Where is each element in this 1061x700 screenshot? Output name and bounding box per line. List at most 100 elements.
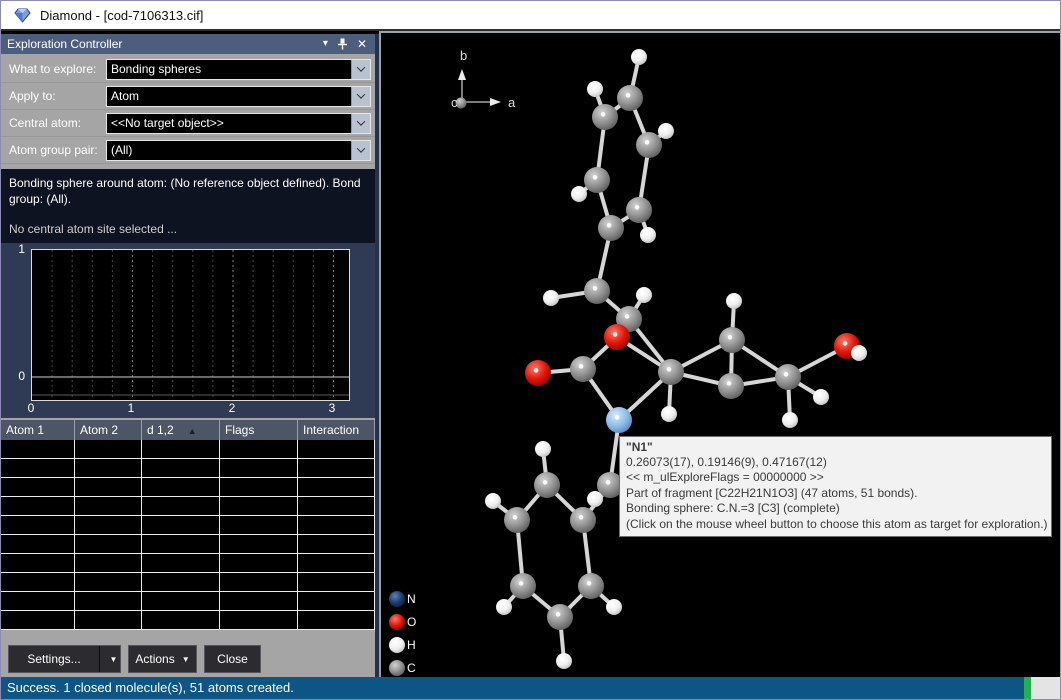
atom-sphere-C[interactable] <box>617 85 643 111</box>
table-row[interactable] <box>1 554 375 573</box>
atom-sphere-C[interactable] <box>584 167 610 193</box>
atom-sphere-NH[interactable] <box>606 407 632 433</box>
atom-sphere-H[interactable] <box>543 290 559 306</box>
atom-sphere-H[interactable] <box>851 345 867 361</box>
actions-button[interactable]: Actions ▼ <box>128 645 197 673</box>
atom-sphere-H[interactable] <box>496 599 512 615</box>
atom-sphere-H[interactable] <box>813 389 829 405</box>
atom-sphere-C[interactable] <box>598 215 624 241</box>
structure-viewport[interactable]: abcNOHC <box>379 31 1061 679</box>
axis-label-a: a <box>508 95 516 110</box>
column-header-atom-2[interactable]: Atom 2 <box>75 420 142 440</box>
combo-dropdown-arrow-icon[interactable] <box>351 60 370 79</box>
atom-tooltip: "N1" 0.26073(17), 0.19146(9), 0.47167(12… <box>619 436 1052 537</box>
column-header-flags[interactable]: Flags <box>220 420 298 440</box>
atom-sphere-H[interactable] <box>636 287 652 303</box>
settings-split-button: Settings... ▼ <box>8 645 121 673</box>
settings-dropdown-arrow[interactable]: ▼ <box>100 646 120 672</box>
column-header-d-1-2[interactable]: d 1,2▲ <box>142 420 220 440</box>
table-row[interactable] <box>1 516 375 535</box>
app-window: Diamond - [cod-7106313.cif] Exploration … <box>0 0 1061 700</box>
combo-box-1[interactable]: Atom <box>106 86 371 107</box>
combo-box-2[interactable]: <<No target object>> <box>106 113 371 134</box>
table-cell <box>1 440 75 458</box>
pin-icon[interactable] <box>337 38 348 50</box>
atom-sphere-H[interactable] <box>782 412 798 428</box>
atom-sphere-C[interactable] <box>775 364 801 390</box>
atom-sphere-H[interactable] <box>535 441 551 457</box>
diamond-app-icon <box>14 8 31 23</box>
table-cell <box>75 535 142 553</box>
x-tick-label: 1 <box>128 401 135 415</box>
table-row[interactable] <box>1 459 375 478</box>
combo-rows: What to explore:Bonding spheresApply to:… <box>1 56 375 164</box>
orientation-axes: abc <box>451 48 516 110</box>
table-cell <box>75 440 142 458</box>
atom-sphere-O[interactable] <box>604 324 630 350</box>
atom-sphere-C[interactable] <box>510 573 536 599</box>
field-label: Apply to: <box>9 89 106 103</box>
atom-sphere-H[interactable] <box>661 406 677 422</box>
table-cell <box>1 592 75 610</box>
table-cell <box>75 592 142 610</box>
atom-sphere-H[interactable] <box>587 81 603 97</box>
atom-sphere-H[interactable] <box>606 599 622 615</box>
resize-grip[interactable] <box>1031 677 1060 699</box>
atom-sphere-C[interactable] <box>658 359 684 385</box>
atom-sphere-H[interactable] <box>631 49 647 65</box>
no-central-atom-text: No central atom site selected ... <box>9 222 367 236</box>
table-cell <box>220 573 298 591</box>
actions-button-label: Actions <box>135 652 174 666</box>
atom-sphere-C[interactable] <box>592 104 618 130</box>
table-row[interactable] <box>1 440 375 459</box>
atom-sphere-H[interactable] <box>556 653 572 669</box>
molecule-canvas[interactable]: abcNOHC <box>381 33 1060 677</box>
column-header-atom-1[interactable]: Atom 1 <box>1 420 75 440</box>
table-row[interactable] <box>1 611 375 630</box>
panel-button-row: Settings... ▼ Actions ▼ Close <box>8 645 261 673</box>
atom-sphere-C[interactable] <box>626 197 652 223</box>
table-row[interactable] <box>1 573 375 592</box>
table-cell <box>1 478 75 496</box>
atom-sphere-H[interactable] <box>726 293 742 309</box>
table-cell <box>142 611 220 629</box>
combo-dropdown-arrow-icon[interactable] <box>351 141 370 160</box>
combo-dropdown-arrow-icon[interactable] <box>351 114 370 133</box>
settings-button[interactable]: Settings... <box>9 646 99 672</box>
combo-box-0[interactable]: Bonding spheres <box>106 59 371 80</box>
bond-table-body <box>1 440 375 630</box>
atom-sphere-C[interactable] <box>636 132 662 158</box>
close-button[interactable]: Close <box>204 645 261 673</box>
histogram-plot-area[interactable] <box>31 249 350 401</box>
atom-sphere-H[interactable] <box>587 491 603 507</box>
atom-sphere-O[interactable] <box>525 360 551 386</box>
atom-sphere-C[interactable] <box>504 507 530 533</box>
atom-sphere-C[interactable] <box>578 573 604 599</box>
atom-sphere-H[interactable] <box>640 227 656 243</box>
atom-sphere-C[interactable] <box>719 327 745 353</box>
atom-sphere-C[interactable] <box>570 507 596 533</box>
column-header-interaction[interactable]: Interaction <box>298 420 375 440</box>
atom-sphere-H[interactable] <box>485 493 501 509</box>
close-panel-icon[interactable]: ✕ <box>357 34 367 54</box>
atom-sphere-C[interactable] <box>718 373 744 399</box>
combo-box-3[interactable]: (All) <box>106 140 371 161</box>
table-row[interactable] <box>1 592 375 611</box>
atom-sphere-C[interactable] <box>584 278 610 304</box>
legend-sphere-O <box>389 614 405 630</box>
atom-sphere-C[interactable] <box>547 604 573 630</box>
combo-dropdown-arrow-icon[interactable] <box>351 87 370 106</box>
legend-sphere-H <box>389 637 405 653</box>
table-row[interactable] <box>1 497 375 516</box>
panel-title-bar[interactable]: Exploration Controller ▾ ✕ <box>1 34 375 54</box>
table-cell <box>142 478 220 496</box>
table-row[interactable] <box>1 478 375 497</box>
legend-label-H: H <box>407 638 416 652</box>
atom-sphere-H[interactable] <box>658 123 674 139</box>
table-row[interactable] <box>1 535 375 554</box>
atom-sphere-H[interactable] <box>571 186 587 202</box>
atom-sphere-C[interactable] <box>570 356 596 382</box>
panel-menu-arrow-icon[interactable]: ▾ <box>323 34 328 54</box>
atom-sphere-C[interactable] <box>534 472 560 498</box>
combo-value: <<No target object>> <box>107 114 351 133</box>
